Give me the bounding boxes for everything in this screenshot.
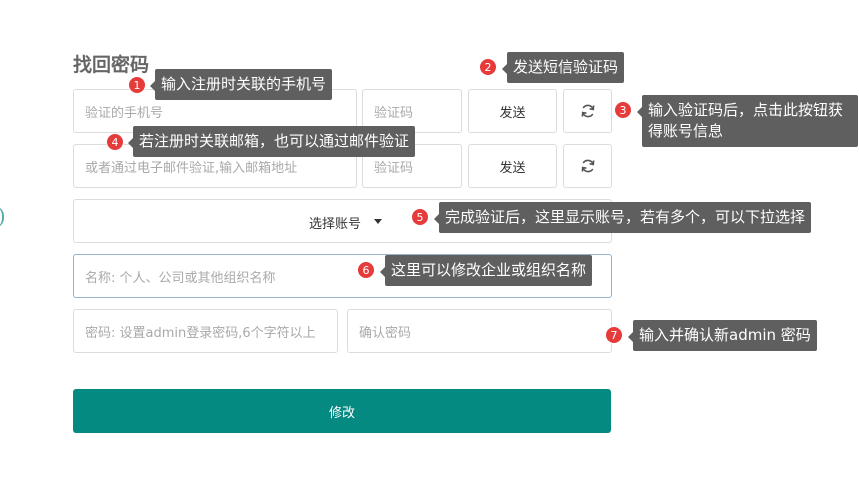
- refresh-account-button[interactable]: [563, 89, 612, 133]
- annotation-tip-1: 输入注册时关联的手机号: [149, 69, 333, 100]
- submit-button[interactable]: 修改: [73, 389, 611, 433]
- password-input[interactable]: 密码: 设置admin登录密码,6个字符以上: [73, 309, 338, 353]
- send-email-label: 发送: [499, 160, 526, 176]
- phone-code-placeholder: 验证码: [374, 105, 414, 121]
- send-email-button[interactable]: 发送: [468, 144, 557, 188]
- annotation-badge-7: 7: [605, 326, 623, 344]
- annotation-tip-3: 输入验证码后，点击此按钮获得账号信息: [637, 95, 858, 147]
- password-placeholder: 密码: 设置admin登录密码,6个字符以上: [85, 325, 316, 341]
- confirm-password-placeholder: 确认密码: [359, 325, 412, 341]
- annotation-tip-4: 若注册时关联邮箱，也可以通过邮件验证: [127, 126, 416, 157]
- email-code-placeholder: 验证码: [374, 160, 414, 176]
- annotation-tip-5: 完成验证后，这里显示账号，若有多个，可以下拉选择: [433, 202, 812, 233]
- left-edge-marker: [0, 206, 4, 228]
- annotation-badge-6: 6: [357, 261, 375, 279]
- organization-name-placeholder: 名称: 个人、公司或其他组织名称: [85, 270, 276, 286]
- annotation-tip-6: 这里可以修改企业或组织名称: [379, 255, 593, 286]
- submit-label: 修改: [328, 405, 355, 421]
- annotation-badge-1: 1: [128, 76, 146, 94]
- annotation-badge-4: 4: [106, 133, 124, 151]
- refresh-email-account-button[interactable]: [563, 144, 612, 188]
- caret-down-icon: [374, 219, 382, 224]
- refresh-icon: [581, 159, 594, 173]
- annotation-badge-2: 2: [479, 58, 497, 76]
- send-sms-label: 发送: [499, 105, 526, 121]
- annotation-badge-5: 5: [411, 208, 429, 226]
- confirm-password-input[interactable]: 确认密码: [347, 309, 612, 353]
- email-placeholder: 或者通过电子邮件验证,输入邮箱地址: [85, 160, 298, 176]
- send-sms-button[interactable]: 发送: [468, 89, 557, 133]
- refresh-icon: [581, 104, 594, 118]
- annotation-tip-2: 发送短信验证码: [501, 52, 625, 83]
- annotation-tip-7: 输入并确认新admin 密码: [628, 320, 817, 351]
- phone-placeholder: 验证的手机号: [85, 105, 164, 121]
- page-title: 找回密码: [73, 54, 150, 76]
- account-select-label: 选择账号: [309, 217, 362, 232]
- annotation-badge-3: 3: [614, 101, 632, 119]
